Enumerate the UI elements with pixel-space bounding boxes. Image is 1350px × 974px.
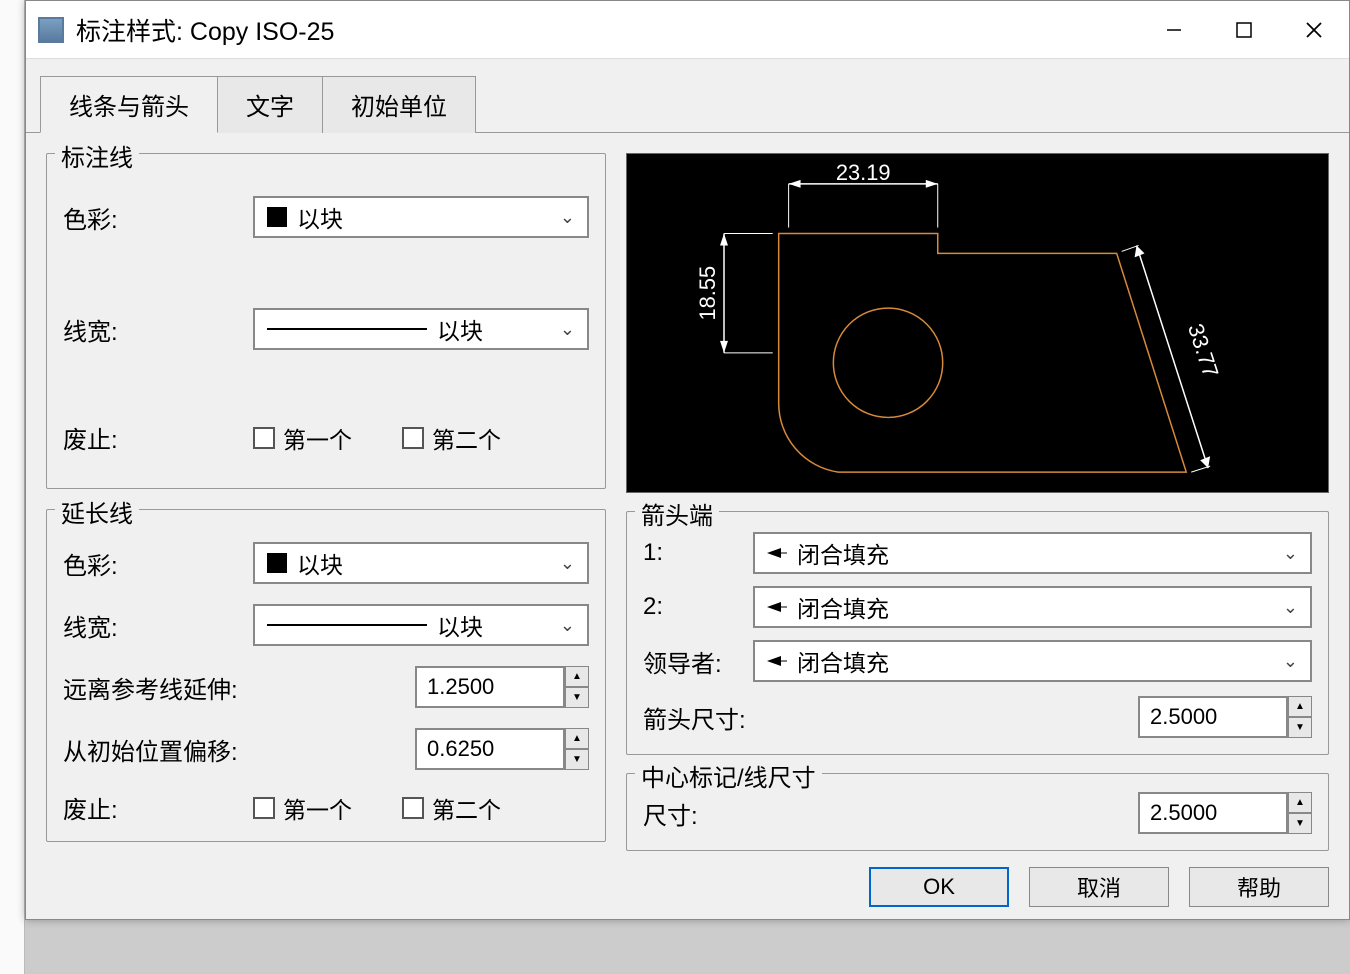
spin-up-button[interactable]: ▲	[1288, 792, 1312, 813]
preview-canvas: 23.19 18.55 33.77	[626, 153, 1329, 493]
arrow-first-combo[interactable]: 闭合填充 ⌄	[753, 532, 1312, 574]
arrow-second-label: 2:	[643, 593, 753, 621]
center-mark-group: 中心标记/线尺寸 尺寸: ▲ ▼	[626, 773, 1329, 851]
arrowheads-legend: 箭头端	[635, 496, 719, 531]
extline-extend-label: 远离参考线延伸:	[63, 670, 415, 705]
titlebar: 标注样式: Copy ISO-25	[26, 1, 1349, 59]
closed-filled-arrow-icon	[767, 600, 787, 614]
extline-suppress-check2[interactable]	[402, 797, 424, 819]
chevron-down-icon: ⌄	[560, 319, 575, 340]
dimline-suppress-check1[interactable]	[253, 427, 275, 449]
dimline-color-label: 色彩:	[63, 200, 253, 235]
preview-dim-diag: 33.77	[1183, 321, 1224, 381]
spin-down-button[interactable]: ▼	[1288, 717, 1312, 738]
app-icon	[38, 17, 64, 43]
spin-down-button[interactable]: ▼	[1288, 813, 1312, 834]
center-size-input[interactable]	[1138, 792, 1288, 834]
minimize-button[interactable]	[1139, 1, 1209, 59]
color-swatch-icon	[267, 553, 287, 573]
chevron-down-icon: ⌄	[1283, 543, 1298, 564]
arrowheads-group: 箭头端 1: 闭合填充 ⌄ 2:	[626, 511, 1329, 755]
extline-extend-input[interactable]	[415, 666, 565, 708]
preview-dim-left: 18.55	[695, 266, 720, 321]
extension-line-group: 延长线 色彩: 以块 ⌄ 线宽: 以块 ⌄ 远离参考线延伸:	[46, 509, 606, 842]
extline-suppress-label: 废止:	[63, 790, 253, 825]
extline-lineweight-combo[interactable]: 以块 ⌄	[253, 604, 589, 646]
dimline-color-combo[interactable]: 以块 ⌄	[253, 196, 589, 238]
extline-lineweight-label: 线宽:	[63, 608, 253, 643]
spin-up-button[interactable]: ▲	[565, 666, 589, 687]
spin-down-button[interactable]: ▼	[565, 749, 589, 770]
close-button[interactable]	[1279, 1, 1349, 59]
spin-down-button[interactable]: ▼	[565, 687, 589, 708]
chevron-down-icon: ⌄	[1283, 597, 1298, 618]
extension-line-legend: 延长线	[55, 494, 139, 529]
chevron-down-icon: ⌄	[560, 615, 575, 636]
tab-lines-arrows[interactable]: 线条与箭头	[40, 76, 218, 133]
dimline-lineweight-label: 线宽:	[63, 312, 253, 347]
arrow-second-combo[interactable]: 闭合填充 ⌄	[753, 586, 1312, 628]
line-sample-icon	[267, 624, 427, 626]
chevron-down-icon: ⌄	[560, 553, 575, 574]
cancel-button[interactable]: 取消	[1029, 867, 1169, 907]
closed-filled-arrow-icon	[767, 654, 787, 668]
tab-text[interactable]: 文字	[217, 76, 323, 133]
dialog-window: 标注样式: Copy ISO-25 线条与箭头 文字 初始单位 标注线 色彩:	[25, 0, 1350, 920]
extline-color-combo[interactable]: 以块 ⌄	[253, 542, 589, 584]
window-title: 标注样式: Copy ISO-25	[76, 12, 334, 48]
center-size-label: 尺寸:	[643, 796, 1138, 831]
arrow-leader-combo[interactable]: 闭合填充 ⌄	[753, 640, 1312, 682]
extline-color-label: 色彩:	[63, 546, 253, 581]
color-swatch-icon	[267, 207, 287, 227]
extline-offset-input[interactable]	[415, 728, 565, 770]
spin-up-button[interactable]: ▲	[565, 728, 589, 749]
maximize-button[interactable]	[1209, 1, 1279, 59]
center-mark-legend: 中心标记/线尺寸	[635, 758, 822, 793]
tab-primary-units[interactable]: 初始单位	[322, 76, 476, 133]
closed-filled-arrow-icon	[767, 546, 787, 560]
help-button[interactable]: 帮助	[1189, 867, 1329, 907]
dimension-line-group: 标注线 色彩: 以块 ⌄ 线宽: 以块 ⌄ 废止:	[46, 153, 606, 489]
spin-up-button[interactable]: ▲	[1288, 696, 1312, 717]
arrow-leader-label: 领导者:	[643, 644, 753, 679]
dimline-suppress-label: 废止:	[63, 420, 253, 455]
chevron-down-icon: ⌄	[560, 207, 575, 228]
line-sample-icon	[267, 328, 427, 330]
extline-suppress-check1[interactable]	[253, 797, 275, 819]
preview-dim-top: 23.19	[836, 160, 891, 185]
extline-offset-label: 从初始位置偏移:	[63, 732, 415, 767]
arrow-first-label: 1:	[643, 539, 753, 567]
dimline-suppress-check2[interactable]	[402, 427, 424, 449]
dimline-lineweight-combo[interactable]: 以块 ⌄	[253, 308, 589, 350]
tab-bar: 线条与箭头 文字 初始单位	[26, 75, 1349, 133]
arrow-size-input[interactable]	[1138, 696, 1288, 738]
chevron-down-icon: ⌄	[1283, 651, 1298, 672]
arrow-size-label: 箭头尺寸:	[643, 700, 1138, 735]
ok-button[interactable]: OK	[869, 867, 1009, 907]
dimension-line-legend: 标注线	[55, 138, 139, 173]
